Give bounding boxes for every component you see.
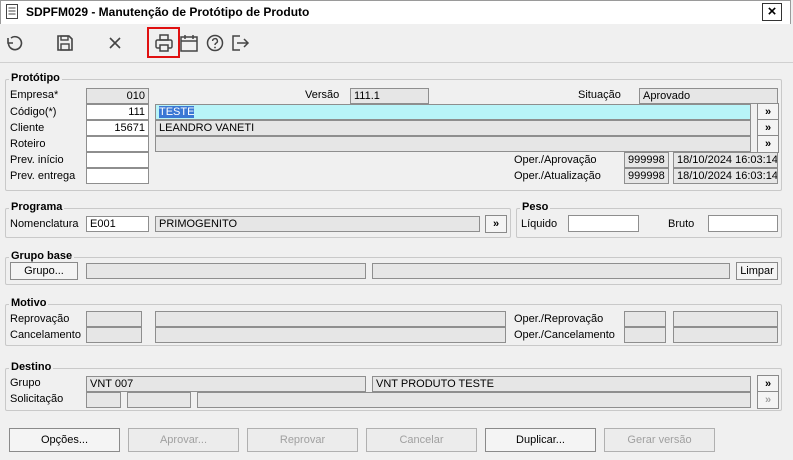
grupo-base-field-2[interactable]	[372, 263, 730, 279]
grupo-base-legend: Grupo base	[9, 250, 75, 262]
duplicar-button[interactable]: Duplicar...	[485, 428, 596, 452]
cancel-icon[interactable]	[104, 32, 126, 54]
versao-field[interactable]: 111.1	[350, 88, 429, 104]
close-icon: ×	[767, 3, 777, 20]
roteiro-field[interactable]	[86, 136, 149, 152]
empresa-label: Empresa*	[10, 89, 59, 101]
oper-aprovacao-label: Oper./Aprovação	[514, 154, 597, 166]
liquido-label: Líquido	[521, 218, 558, 230]
prev-inicio-label: Prev. início	[10, 154, 64, 166]
oper-reprovacao-label: Oper./Reprovação	[514, 313, 604, 325]
codigo-field[interactable]: 111	[86, 104, 149, 120]
roteiro-label: Roteiro	[10, 138, 46, 150]
codigo-desc-field[interactable]: TESTE	[155, 104, 751, 120]
oper-reprovacao-date[interactable]	[673, 311, 778, 327]
solicitacao-field-3[interactable]	[197, 392, 751, 408]
destino-legend: Destino	[9, 361, 54, 373]
prev-entrega-field[interactable]	[86, 168, 149, 184]
grupo-button[interactable]: Grupo...	[10, 262, 78, 280]
motivo-legend: Motivo	[9, 297, 49, 309]
print-highlight-box	[147, 27, 180, 58]
prev-entrega-label: Prev. entrega	[10, 170, 76, 182]
destino-grupo-desc[interactable]: VNT PRODUTO TESTE	[372, 376, 751, 392]
solicitacao-label: Solicitação	[10, 393, 64, 405]
solicitacao-field-2[interactable]	[127, 392, 191, 408]
cancelar-button[interactable]: Cancelar	[366, 428, 477, 452]
codigo-desc-text: TESTE	[159, 106, 195, 118]
undo-icon[interactable]	[3, 32, 25, 54]
oper-cancelamento-label: Oper./Cancelamento	[514, 329, 615, 341]
cliente-field[interactable]: 15671	[86, 120, 149, 136]
oper-cancelamento-user[interactable]	[624, 327, 666, 343]
save-icon[interactable]	[54, 32, 76, 54]
empresa-field[interactable]: 010	[86, 88, 149, 104]
grupo-base-field-1[interactable]	[86, 263, 366, 279]
gerar-versao-button[interactable]: Gerar versão	[604, 428, 715, 452]
oper-cancelamento-date[interactable]	[673, 327, 778, 343]
oper-aprovacao-date[interactable]: 18/10/2024 16:03:14	[673, 152, 778, 168]
situacao-field[interactable]: Aprovado	[639, 88, 778, 104]
roteiro-desc-field[interactable]	[155, 136, 751, 152]
reprovacao-desc-field[interactable]	[155, 311, 506, 327]
destino-grupo-code[interactable]: VNT 007	[86, 376, 366, 392]
nomenclatura-lookup-button[interactable]: »	[485, 215, 507, 233]
liquido-field[interactable]	[568, 215, 639, 232]
cancelamento-code-field[interactable]	[86, 327, 142, 343]
codigo-label: Código(*)	[10, 106, 57, 118]
reprovar-button[interactable]: Reprovar	[247, 428, 358, 452]
reprovacao-code-field[interactable]	[86, 311, 142, 327]
solicitacao-field-1[interactable]	[86, 392, 121, 408]
cliente-label: Cliente	[10, 122, 45, 134]
calendar-icon[interactable]	[178, 32, 200, 54]
aprovar-button[interactable]: Aprovar...	[128, 428, 239, 452]
oper-atualizacao-user[interactable]: 999998	[624, 168, 669, 184]
solicitacao-lookup-button[interactable]: »	[757, 391, 779, 409]
roteiro-lookup-button[interactable]: »	[757, 135, 779, 153]
toolbar	[0, 24, 793, 63]
oper-atualizacao-date[interactable]: 18/10/2024 16:03:14	[673, 168, 778, 184]
oper-aprovacao-user[interactable]: 999998	[624, 152, 669, 168]
opcoes-button[interactable]: Opções...	[9, 428, 120, 452]
prototipo-legend: Protótipo	[9, 72, 62, 84]
peso-legend: Peso	[520, 201, 551, 213]
document-icon	[6, 4, 18, 19]
reprovacao-label: Reprovação	[10, 313, 70, 325]
cancelamento-label: Cancelamento	[10, 329, 81, 341]
oper-atualizacao-label: Oper./Atualização	[514, 170, 601, 182]
nomenclatura-field[interactable]: E001	[86, 216, 149, 232]
bruto-label: Bruto	[668, 218, 695, 230]
bruto-field[interactable]	[708, 215, 778, 232]
window-title: SDPFM029 - Manutenção de Protótipo de Pr…	[26, 5, 310, 19]
oper-reprovacao-user[interactable]	[624, 311, 666, 327]
cancelamento-desc-field[interactable]	[155, 327, 506, 343]
limpar-button[interactable]: Limpar	[736, 262, 778, 280]
programa-legend: Programa	[9, 201, 65, 213]
close-button[interactable]: ×	[762, 3, 782, 21]
nomenclatura-desc-field[interactable]: PRIMOGENITO	[155, 216, 480, 232]
nomenclatura-label: Nomenclatura	[10, 218, 79, 230]
prev-inicio-field[interactable]	[86, 152, 149, 168]
exit-icon[interactable]	[229, 32, 251, 54]
situacao-label: Situação	[578, 89, 621, 101]
destino-grupo-label: Grupo	[10, 377, 41, 389]
help-icon[interactable]	[204, 32, 226, 54]
cliente-desc-field[interactable]: LEANDRO VANETI	[155, 120, 751, 136]
versao-label: Versão	[305, 89, 340, 101]
